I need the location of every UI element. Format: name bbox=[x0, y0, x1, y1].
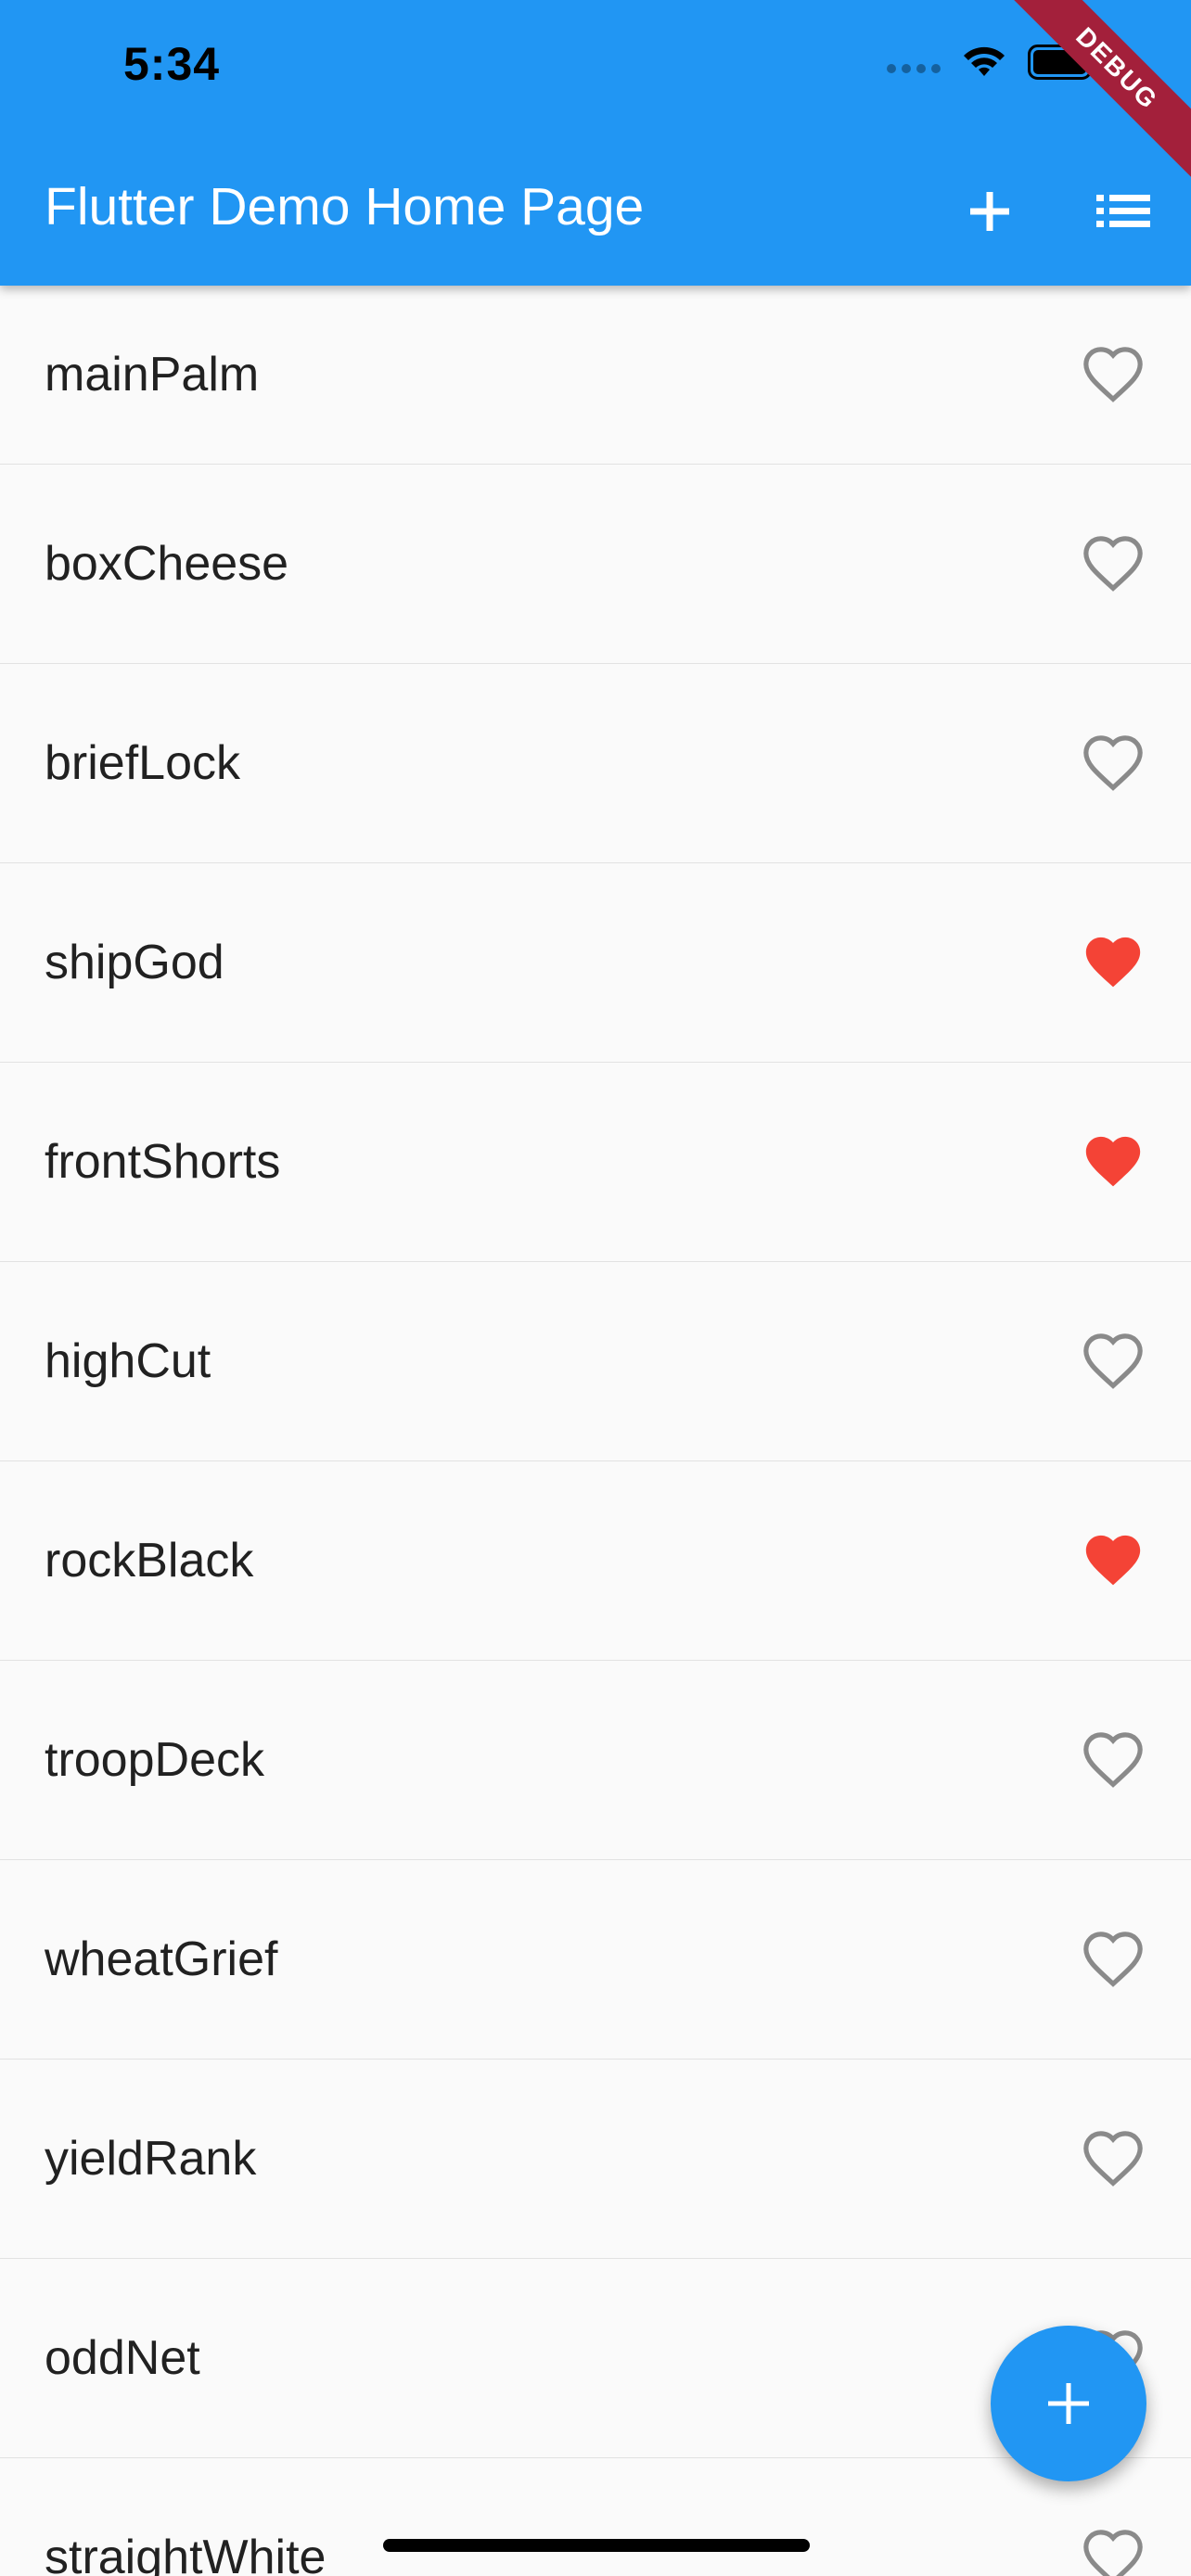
list-item-label: wheatGrief bbox=[45, 1932, 278, 1986]
debug-banner-label: DEBUG bbox=[1001, 0, 1191, 185]
list-item[interactable]: straightWhite bbox=[0, 2458, 1191, 2576]
add-icon bbox=[1048, 2383, 1089, 2424]
list-item-label: boxCheese bbox=[45, 537, 289, 591]
list-item-label: briefLock bbox=[45, 736, 240, 790]
favorite-border-icon[interactable] bbox=[1083, 2530, 1143, 2576]
favorite-border-icon[interactable] bbox=[1083, 735, 1143, 791]
list-item-label: oddNet bbox=[45, 2331, 200, 2385]
list-item[interactable]: rockBlack bbox=[0, 1461, 1191, 1661]
list-item[interactable]: mainPalm bbox=[0, 286, 1191, 465]
list-item-label: rockBlack bbox=[45, 1534, 254, 1588]
favorite-icon[interactable] bbox=[1083, 1134, 1143, 1190]
list-item[interactable]: highCut bbox=[0, 1262, 1191, 1461]
list-item-label: troopDeck bbox=[45, 1733, 264, 1787]
favorite-border-icon[interactable] bbox=[1083, 1333, 1143, 1389]
list-item[interactable]: yieldRank bbox=[0, 2060, 1191, 2259]
list-item[interactable]: shipGod bbox=[0, 863, 1191, 1063]
home-indicator bbox=[383, 2539, 810, 2552]
favorite-border-icon[interactable] bbox=[1083, 1732, 1143, 1788]
favorite-border-icon[interactable] bbox=[1083, 536, 1143, 592]
favorite-border-icon[interactable] bbox=[1083, 1932, 1143, 1987]
signal-dots-icon bbox=[887, 64, 941, 73]
list-item-label: shipGod bbox=[45, 936, 224, 989]
list-item[interactable]: briefLock bbox=[0, 664, 1191, 863]
favorite-icon[interactable] bbox=[1083, 1533, 1143, 1588]
list-item-label: mainPalm bbox=[45, 348, 260, 402]
favorite-border-icon[interactable] bbox=[1083, 347, 1143, 402]
list-item-label: straightWhite bbox=[45, 2531, 327, 2576]
floating-add-button[interactable] bbox=[991, 2326, 1146, 2481]
list-item-label: highCut bbox=[45, 1334, 211, 1388]
word-list: mainPalm boxCheese briefLock shipGod frontSh… bbox=[0, 286, 1191, 2576]
debug-banner: DEBUG bbox=[987, 0, 1191, 204]
list-item-label: frontShorts bbox=[45, 1135, 281, 1189]
list-item[interactable]: troopDeck bbox=[0, 1661, 1191, 1860]
favorite-icon[interactable] bbox=[1083, 935, 1143, 990]
favorite-border-icon[interactable] bbox=[1083, 2131, 1143, 2187]
list-item-label: yieldRank bbox=[45, 2132, 257, 2186]
list-item[interactable]: boxCheese bbox=[0, 465, 1191, 664]
status-time: 5:34 bbox=[123, 38, 221, 90]
list-item[interactable]: wheatGrief bbox=[0, 1860, 1191, 2060]
list-item[interactable]: frontShorts bbox=[0, 1063, 1191, 1262]
app-title: Flutter Demo Home Page bbox=[45, 177, 645, 236]
